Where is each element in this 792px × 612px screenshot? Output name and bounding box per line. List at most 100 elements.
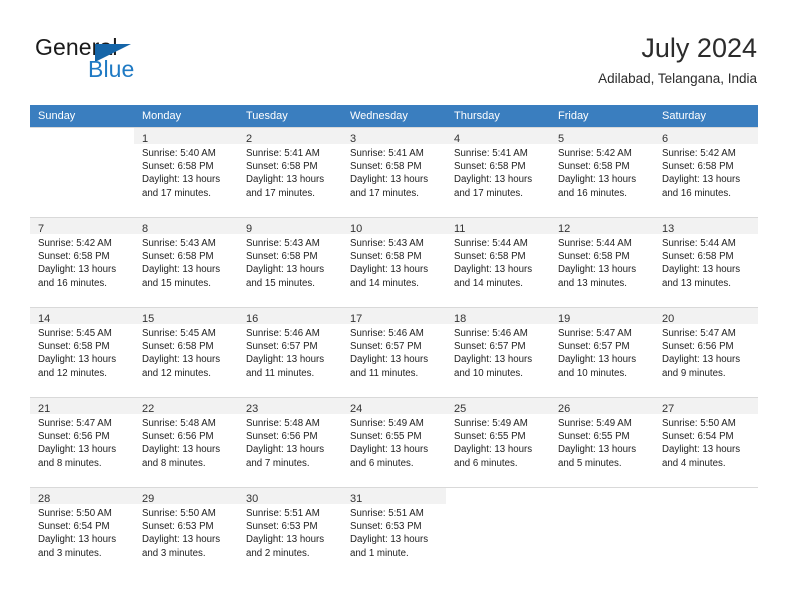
- day-number-bar: 16: [238, 308, 342, 325]
- sunrise-text: Sunrise: 5:46 AM: [454, 328, 528, 339]
- day-cell[interactable]: 22 Sunrise: 5:48 AM Sunset: 6:56 PM Dayligh…: [134, 397, 238, 487]
- day-number-bar: 2: [238, 128, 342, 145]
- day-number-bar: 27: [654, 398, 758, 415]
- daylight-text-cont: and 5 minutes.: [558, 457, 622, 469]
- day-number-bar: 23: [238, 398, 342, 415]
- day-cell[interactable]: 31 Sunrise: 5:51 AM Sunset: 6:53 PM Dayligh…: [342, 487, 446, 577]
- day-number-bar: 25: [446, 398, 550, 415]
- sunset-text: Sunset: 6:58 PM: [558, 161, 630, 173]
- daylight-text-cont: and 12 minutes.: [38, 367, 107, 379]
- sunset-text: Sunset: 6:56 PM: [246, 431, 318, 443]
- day-cell[interactable]: 13 Sunrise: 5:44 AM Sunset: 6:58 PM Dayligh…: [654, 217, 758, 307]
- day-cell[interactable]: 26 Sunrise: 5:49 AM Sunset: 6:55 PM Dayligh…: [550, 397, 654, 487]
- day-cell[interactable]: 11 Sunrise: 5:44 AM Sunset: 6:58 PM Dayligh…: [446, 217, 550, 307]
- day-cell[interactable]: 21 Sunrise: 5:47 AM Sunset: 6:56 PM Dayligh…: [30, 397, 134, 487]
- daylight-text: Daylight: 13 hours: [454, 174, 533, 186]
- day-number-bar: 28: [30, 488, 134, 505]
- daylight-text-cont: and 4 minutes.: [662, 457, 726, 469]
- day-number-bar: [30, 128, 134, 144]
- sunrise-text: Sunrise: 5:43 AM: [350, 238, 424, 249]
- day-cell[interactable]: 17 Sunrise: 5:46 AM Sunset: 6:57 PM Dayligh…: [342, 307, 446, 397]
- day-cell[interactable]: 3 Sunrise: 5:41 AM Sunset: 6:58 PM Daylight…: [342, 127, 446, 217]
- day-cell[interactable]: 28 Sunrise: 5:50 AM Sunset: 6:54 PM Dayligh…: [30, 487, 134, 577]
- day-cell[interactable]: 12 Sunrise: 5:44 AM Sunset: 6:58 PM Dayligh…: [550, 217, 654, 307]
- sunrise-text: Sunrise: 5:49 AM: [558, 418, 632, 429]
- day-cell[interactable]: 27 Sunrise: 5:50 AM Sunset: 6:54 PM Dayligh…: [654, 397, 758, 487]
- sunset-text: Sunset: 6:58 PM: [142, 341, 214, 353]
- day-detail-lines: Sunrise: 5:46 AM Sunset: 6:57 PM Daylight:…: [238, 324, 342, 380]
- day-cell[interactable]: 10 Sunrise: 5:43 AM Sunset: 6:58 PM Dayligh…: [342, 217, 446, 307]
- day-cell[interactable]: 6 Sunrise: 5:42 AM Sunset: 6:58 PM Daylight…: [654, 127, 758, 217]
- day-cell[interactable]: 19 Sunrise: 5:47 AM Sunset: 6:57 PM Dayligh…: [550, 307, 654, 397]
- page-subtitle: Adilabad, Telangana, India: [598, 71, 757, 86]
- daylight-text: Daylight: 13 hours: [350, 354, 429, 366]
- day-cell[interactable]: 18 Sunrise: 5:46 AM Sunset: 6:57 PM Dayligh…: [446, 307, 550, 397]
- daylight-text: Daylight: 13 hours: [558, 354, 637, 366]
- sunrise-text: Sunrise: 5:40 AM: [142, 148, 216, 159]
- daylight-text: Daylight: 13 hours: [38, 354, 117, 366]
- day-detail-lines: Sunrise: 5:43 AM Sunset: 6:58 PM Daylight:…: [134, 234, 238, 290]
- daylight-text: Daylight: 13 hours: [246, 444, 325, 456]
- day-cell[interactable]: 20 Sunrise: 5:47 AM Sunset: 6:56 PM Dayligh…: [654, 307, 758, 397]
- daylight-text: Daylight: 13 hours: [142, 354, 221, 366]
- sunrise-text: Sunrise: 5:45 AM: [142, 328, 216, 339]
- day-number: 2: [246, 133, 253, 145]
- day-cell[interactable]: 30 Sunrise: 5:51 AM Sunset: 6:53 PM Dayligh…: [238, 487, 342, 577]
- daylight-text-cont: and 9 minutes.: [662, 367, 726, 379]
- sunset-text: Sunset: 6:55 PM: [454, 431, 526, 443]
- sunset-text: Sunset: 6:58 PM: [662, 251, 734, 263]
- day-cell[interactable]: 8 Sunrise: 5:43 AM Sunset: 6:58 PM Daylight…: [134, 217, 238, 307]
- day-number: 17: [350, 313, 363, 325]
- day-number-bar: [550, 488, 654, 504]
- day-cell-empty: [30, 127, 134, 217]
- day-detail-lines: [654, 504, 758, 507]
- daylight-text: Daylight: 13 hours: [662, 354, 741, 366]
- calendar-week-row: 1 Sunrise: 5:40 AM Sunset: 6:58 PM Daylight…: [30, 127, 758, 217]
- day-cell[interactable]: 15 Sunrise: 5:45 AM Sunset: 6:58 PM Dayligh…: [134, 307, 238, 397]
- daylight-text: Daylight: 13 hours: [142, 444, 221, 456]
- day-cell[interactable]: 24 Sunrise: 5:49 AM Sunset: 6:55 PM Dayligh…: [342, 397, 446, 487]
- day-cell[interactable]: 14 Sunrise: 5:45 AM Sunset: 6:58 PM Dayligh…: [30, 307, 134, 397]
- daylight-text-cont: and 12 minutes.: [142, 367, 211, 379]
- day-detail-lines: Sunrise: 5:50 AM Sunset: 6:53 PM Daylight:…: [134, 504, 238, 560]
- sunrise-text: Sunrise: 5:42 AM: [558, 148, 632, 159]
- day-detail-lines: [446, 504, 550, 507]
- day-cell[interactable]: 2 Sunrise: 5:41 AM Sunset: 6:58 PM Daylight…: [238, 127, 342, 217]
- day-cell[interactable]: 9 Sunrise: 5:43 AM Sunset: 6:58 PM Daylight…: [238, 217, 342, 307]
- daylight-text: Daylight: 13 hours: [38, 444, 117, 456]
- day-cell[interactable]: 25 Sunrise: 5:49 AM Sunset: 6:55 PM Dayligh…: [446, 397, 550, 487]
- sunset-text: Sunset: 6:57 PM: [246, 341, 318, 353]
- day-detail-lines: [550, 504, 654, 507]
- day-number: 26: [558, 403, 571, 415]
- day-cell[interactable]: 16 Sunrise: 5:46 AM Sunset: 6:57 PM Dayligh…: [238, 307, 342, 397]
- weekday-header-wednesday: Wednesday: [342, 105, 446, 127]
- day-number-bar: 9: [238, 218, 342, 235]
- day-number-bar: 21: [30, 398, 134, 415]
- day-cell[interactable]: 5 Sunrise: 5:42 AM Sunset: 6:58 PM Daylight…: [550, 127, 654, 217]
- weekday-header-sunday: Sunday: [30, 105, 134, 127]
- day-number: 7: [38, 223, 45, 235]
- day-number-bar: 5: [550, 128, 654, 145]
- sunset-text: Sunset: 6:58 PM: [142, 251, 214, 263]
- daylight-text: Daylight: 13 hours: [142, 534, 221, 546]
- day-detail-lines: Sunrise: 5:49 AM Sunset: 6:55 PM Daylight:…: [550, 414, 654, 470]
- day-cell[interactable]: 23 Sunrise: 5:48 AM Sunset: 6:56 PM Dayligh…: [238, 397, 342, 487]
- sunset-text: Sunset: 6:56 PM: [142, 431, 214, 443]
- sunset-text: Sunset: 6:58 PM: [350, 251, 422, 263]
- day-cell[interactable]: 4 Sunrise: 5:41 AM Sunset: 6:58 PM Daylight…: [446, 127, 550, 217]
- sunrise-text: Sunrise: 5:51 AM: [246, 508, 320, 519]
- brand-logo[interactable]: General Blue: [35, 34, 255, 86]
- day-detail-lines: Sunrise: 5:41 AM Sunset: 6:58 PM Daylight:…: [446, 144, 550, 200]
- day-cell[interactable]: 1 Sunrise: 5:40 AM Sunset: 6:58 PM Daylight…: [134, 127, 238, 217]
- day-cell[interactable]: 29 Sunrise: 5:50 AM Sunset: 6:53 PM Dayligh…: [134, 487, 238, 577]
- daylight-text-cont: and 8 minutes.: [142, 457, 206, 469]
- sunset-text: Sunset: 6:58 PM: [246, 251, 318, 263]
- sunset-text: Sunset: 6:53 PM: [350, 521, 422, 533]
- day-detail-lines: [30, 144, 134, 147]
- day-cell[interactable]: 7 Sunrise: 5:42 AM Sunset: 6:58 PM Daylight…: [30, 217, 134, 307]
- daylight-text: Daylight: 13 hours: [246, 174, 325, 186]
- day-number-bar: 12: [550, 218, 654, 235]
- day-detail-lines: Sunrise: 5:48 AM Sunset: 6:56 PM Daylight:…: [238, 414, 342, 470]
- day-detail-lines: Sunrise: 5:45 AM Sunset: 6:58 PM Daylight:…: [30, 324, 134, 380]
- daylight-text: Daylight: 13 hours: [38, 264, 117, 276]
